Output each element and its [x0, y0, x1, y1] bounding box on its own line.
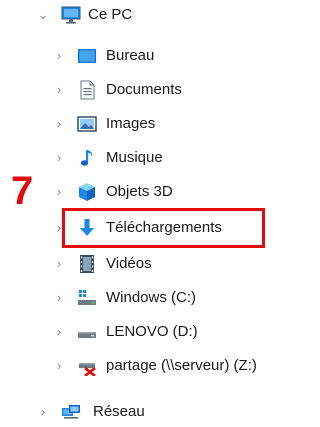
desktop-folder-icon	[77, 46, 97, 66]
tree-item-lenovo-d[interactable]: › LENOVO (D:)	[0, 317, 278, 347]
tree-item-images[interactable]: › Images	[0, 109, 278, 139]
tree-item-partage-z[interactable]: › partage (\\serveur) (Z:)	[0, 351, 278, 381]
network-icon	[61, 402, 81, 422]
tree-item-label: partage (\\serveur) (Z:)	[106, 357, 257, 374]
monitor-icon	[61, 5, 81, 25]
tree-item-ce-pc[interactable]: ⌄ Ce PC	[0, 0, 278, 30]
drive-icon	[77, 322, 97, 342]
disconnected-network-drive-icon	[77, 356, 97, 376]
tree-item-bureau[interactable]: › Bureau	[0, 41, 278, 71]
tree-item-label: Musique	[106, 149, 163, 166]
tree-item-label: Documents	[106, 81, 182, 98]
videos-icon	[77, 254, 97, 274]
chevron-down-icon[interactable]: ⌄	[36, 0, 50, 30]
chevron-right-icon[interactable]: ›	[52, 75, 66, 105]
chevron-right-icon[interactable]: ›	[52, 283, 66, 313]
system-drive-icon	[77, 288, 97, 308]
chevron-right-icon[interactable]: ›	[52, 317, 66, 347]
chevron-right-icon[interactable]: ›	[52, 143, 66, 173]
chevron-right-icon[interactable]: ›	[52, 249, 66, 279]
tree-item-musique[interactable]: › Musique	[0, 143, 278, 173]
tree-item-videos[interactable]: › Vidéos	[0, 249, 278, 279]
tree-item-label: Windows (C:)	[106, 289, 197, 306]
chevron-right-icon[interactable]: ›	[52, 41, 66, 71]
documents-icon	[77, 80, 97, 100]
tree-item-label: Bureau	[106, 47, 155, 64]
tree-item-documents[interactable]: › Documents	[0, 75, 278, 105]
highlight-box	[62, 208, 265, 248]
tree-item-label: Vidéos	[106, 255, 152, 272]
step-number: 7	[11, 169, 34, 213]
tree-item-label: Ce PC	[88, 6, 133, 23]
tree-item-windows-c[interactable]: › Windows (C:)	[0, 283, 278, 313]
tree-item-reseau[interactable]: › Réseau	[0, 397, 278, 427]
tree-item-objets-3d[interactable]: › Objets 3D	[0, 177, 278, 207]
tree-item-label: LENOVO (D:)	[106, 323, 198, 340]
3d-objects-icon	[77, 182, 97, 202]
tree-item-label: Objets 3D	[106, 183, 173, 200]
pictures-icon	[77, 114, 97, 134]
chevron-right-icon[interactable]: ›	[52, 109, 66, 139]
chevron-right-icon[interactable]: ›	[52, 351, 66, 381]
tree-item-label: Réseau	[93, 403, 145, 420]
chevron-right-icon[interactable]: ›	[52, 177, 66, 207]
chevron-right-icon[interactable]: ›	[36, 397, 50, 427]
music-icon	[77, 148, 97, 168]
tree-item-label: Images	[106, 115, 156, 132]
